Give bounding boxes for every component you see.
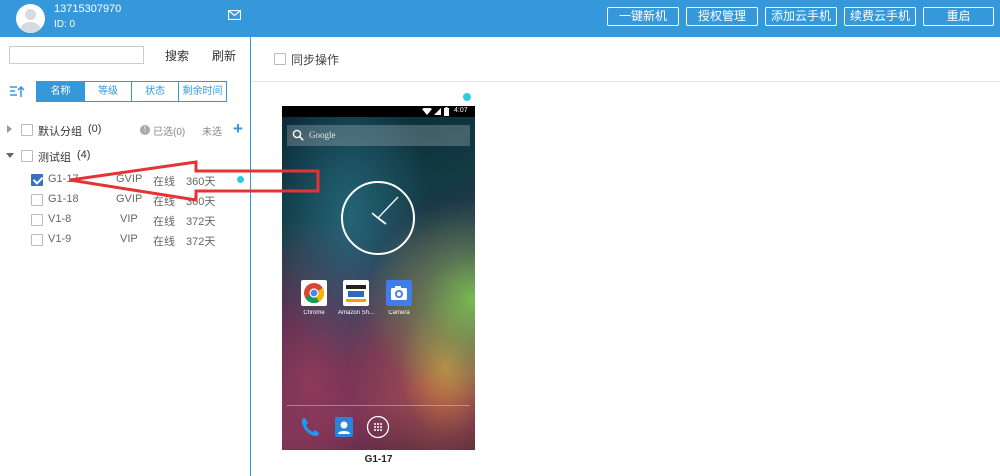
device-row[interactable]: V1-9 VIP 在线 372天 xyxy=(0,230,250,250)
account-id: ID: 0 xyxy=(54,19,76,30)
group-row-default[interactable]: 默认分组 (0) ! 已选(0) 未选 + xyxy=(0,119,250,140)
dock-divider xyxy=(287,405,470,406)
active-device-dot xyxy=(463,93,471,101)
chrome-app-icon[interactable] xyxy=(301,280,327,306)
avatar[interactable] xyxy=(16,4,45,33)
device-level: GVIP xyxy=(116,173,143,185)
sort-tab-name[interactable]: 名称 xyxy=(36,81,85,102)
group-selected-count: 已选(0) xyxy=(153,127,186,138)
group-checkbox[interactable] xyxy=(21,124,33,136)
group-unselected-label: 未选 xyxy=(202,127,222,138)
google-search-hint: Google xyxy=(309,130,336,140)
phone-dialer-icon[interactable] xyxy=(298,415,322,439)
group-count: (4) xyxy=(77,149,91,161)
device-name: G1-18 xyxy=(48,193,79,205)
search-icon xyxy=(292,129,304,141)
google-search-bar[interactable]: Google xyxy=(287,125,470,146)
device-level: GVIP xyxy=(116,193,143,205)
camera-app-icon[interactable] xyxy=(386,280,412,306)
device-status: 在线 xyxy=(153,216,175,228)
device-remaining: 360天 xyxy=(186,176,216,188)
sort-tabs: 名称 等级 状态 剩余时间 xyxy=(36,81,227,102)
device-checkbox[interactable] xyxy=(31,234,43,246)
device-checkbox[interactable] xyxy=(31,214,43,226)
device-status: 在线 xyxy=(153,176,175,188)
device-level: VIP xyxy=(120,213,138,225)
phone-clock-text: 4:07 xyxy=(454,107,468,114)
amazon-shopping-app-icon[interactable] xyxy=(343,280,369,306)
search-button[interactable]: 搜索 xyxy=(165,47,189,64)
group-checkbox[interactable] xyxy=(21,150,33,162)
sort-order-icon[interactable] xyxy=(10,86,25,98)
phone-status-bar: 4:07 xyxy=(282,106,475,117)
sync-operation-checkbox[interactable] xyxy=(274,53,286,65)
clock-hands-icon xyxy=(371,196,399,225)
mail-icon[interactable] xyxy=(228,10,241,20)
expand-arrow-icon[interactable] xyxy=(7,125,12,133)
device-checkbox[interactable] xyxy=(31,194,43,206)
device-search-input[interactable] xyxy=(9,46,144,64)
add-group-icon[interactable]: + xyxy=(233,119,243,139)
device-remaining: 372天 xyxy=(186,216,216,228)
avatar-body xyxy=(20,22,41,33)
battery-icon xyxy=(444,107,449,116)
group-name: 测试组 xyxy=(38,152,71,164)
sync-operation-bar: 同步操作 xyxy=(251,37,1000,82)
device-level: VIP xyxy=(120,233,138,245)
device-row[interactable]: G1-18 GVIP 在线 360天 xyxy=(0,190,250,210)
renew-cloud-phone-button[interactable]: 续费云手机 xyxy=(844,7,916,26)
phone-device-name: G1-17 xyxy=(364,454,393,465)
collapse-arrow-icon[interactable] xyxy=(6,153,14,158)
wifi-icon xyxy=(422,108,432,115)
sort-tab-level[interactable]: 等级 xyxy=(84,81,132,102)
sync-operation-label: 同步操作 xyxy=(291,53,340,67)
app-drawer-icon[interactable] xyxy=(366,415,390,439)
info-icon: ! xyxy=(140,125,150,135)
device-name: V1-9 xyxy=(48,233,72,245)
phone-screen[interactable]: 4:07 Google Chrome Amazon Sh... Camera xyxy=(282,106,475,450)
group-name: 默认分组 xyxy=(38,126,82,138)
device-remaining: 360天 xyxy=(186,196,216,208)
device-remaining: 372天 xyxy=(186,236,216,248)
device-row[interactable]: V1-8 VIP 在线 372天 xyxy=(0,210,250,230)
top-bar: 13715307970 ID: 0 一键新机 授权管理 添加云手机 续费云手机 … xyxy=(0,0,1000,37)
group-row-test[interactable]: 测试组 (4) xyxy=(0,146,250,166)
device-checkbox[interactable] xyxy=(31,174,43,186)
sort-tab-status[interactable]: 状态 xyxy=(131,81,179,102)
device-name: V1-8 xyxy=(48,213,72,225)
app-label: Amazon Sh... xyxy=(338,310,374,316)
one-click-new-device-button[interactable]: 一键新机 xyxy=(607,7,679,26)
device-row[interactable]: G1-17 GVIP 在线 360天 xyxy=(0,170,250,190)
sort-tab-remaining-time[interactable]: 剩余时间 xyxy=(178,81,227,102)
contacts-icon[interactable] xyxy=(332,415,356,439)
restart-button[interactable]: 重启 xyxy=(923,7,994,26)
signal-icon xyxy=(434,108,441,115)
authorization-manage-button[interactable]: 授权管理 xyxy=(686,7,758,26)
account-phone: 13715307970 xyxy=(54,3,122,15)
device-sidebar: 搜索 刷新 名称 等级 状态 剩余时间 默认分组 (0) ! 已选(0) 未选 … xyxy=(0,37,251,476)
analog-clock-widget[interactable] xyxy=(341,181,415,255)
add-cloud-phone-button[interactable]: 添加云手机 xyxy=(765,7,837,26)
app-label: Camera xyxy=(388,310,410,316)
active-device-dot xyxy=(237,176,244,183)
app-label: Chrome xyxy=(303,310,325,316)
device-status: 在线 xyxy=(153,196,175,208)
avatar-head xyxy=(25,9,36,20)
refresh-button[interactable]: 刷新 xyxy=(212,47,236,64)
device-status: 在线 xyxy=(153,236,175,248)
group-count: (0) xyxy=(88,123,102,135)
device-name: G1-17 xyxy=(48,173,79,185)
